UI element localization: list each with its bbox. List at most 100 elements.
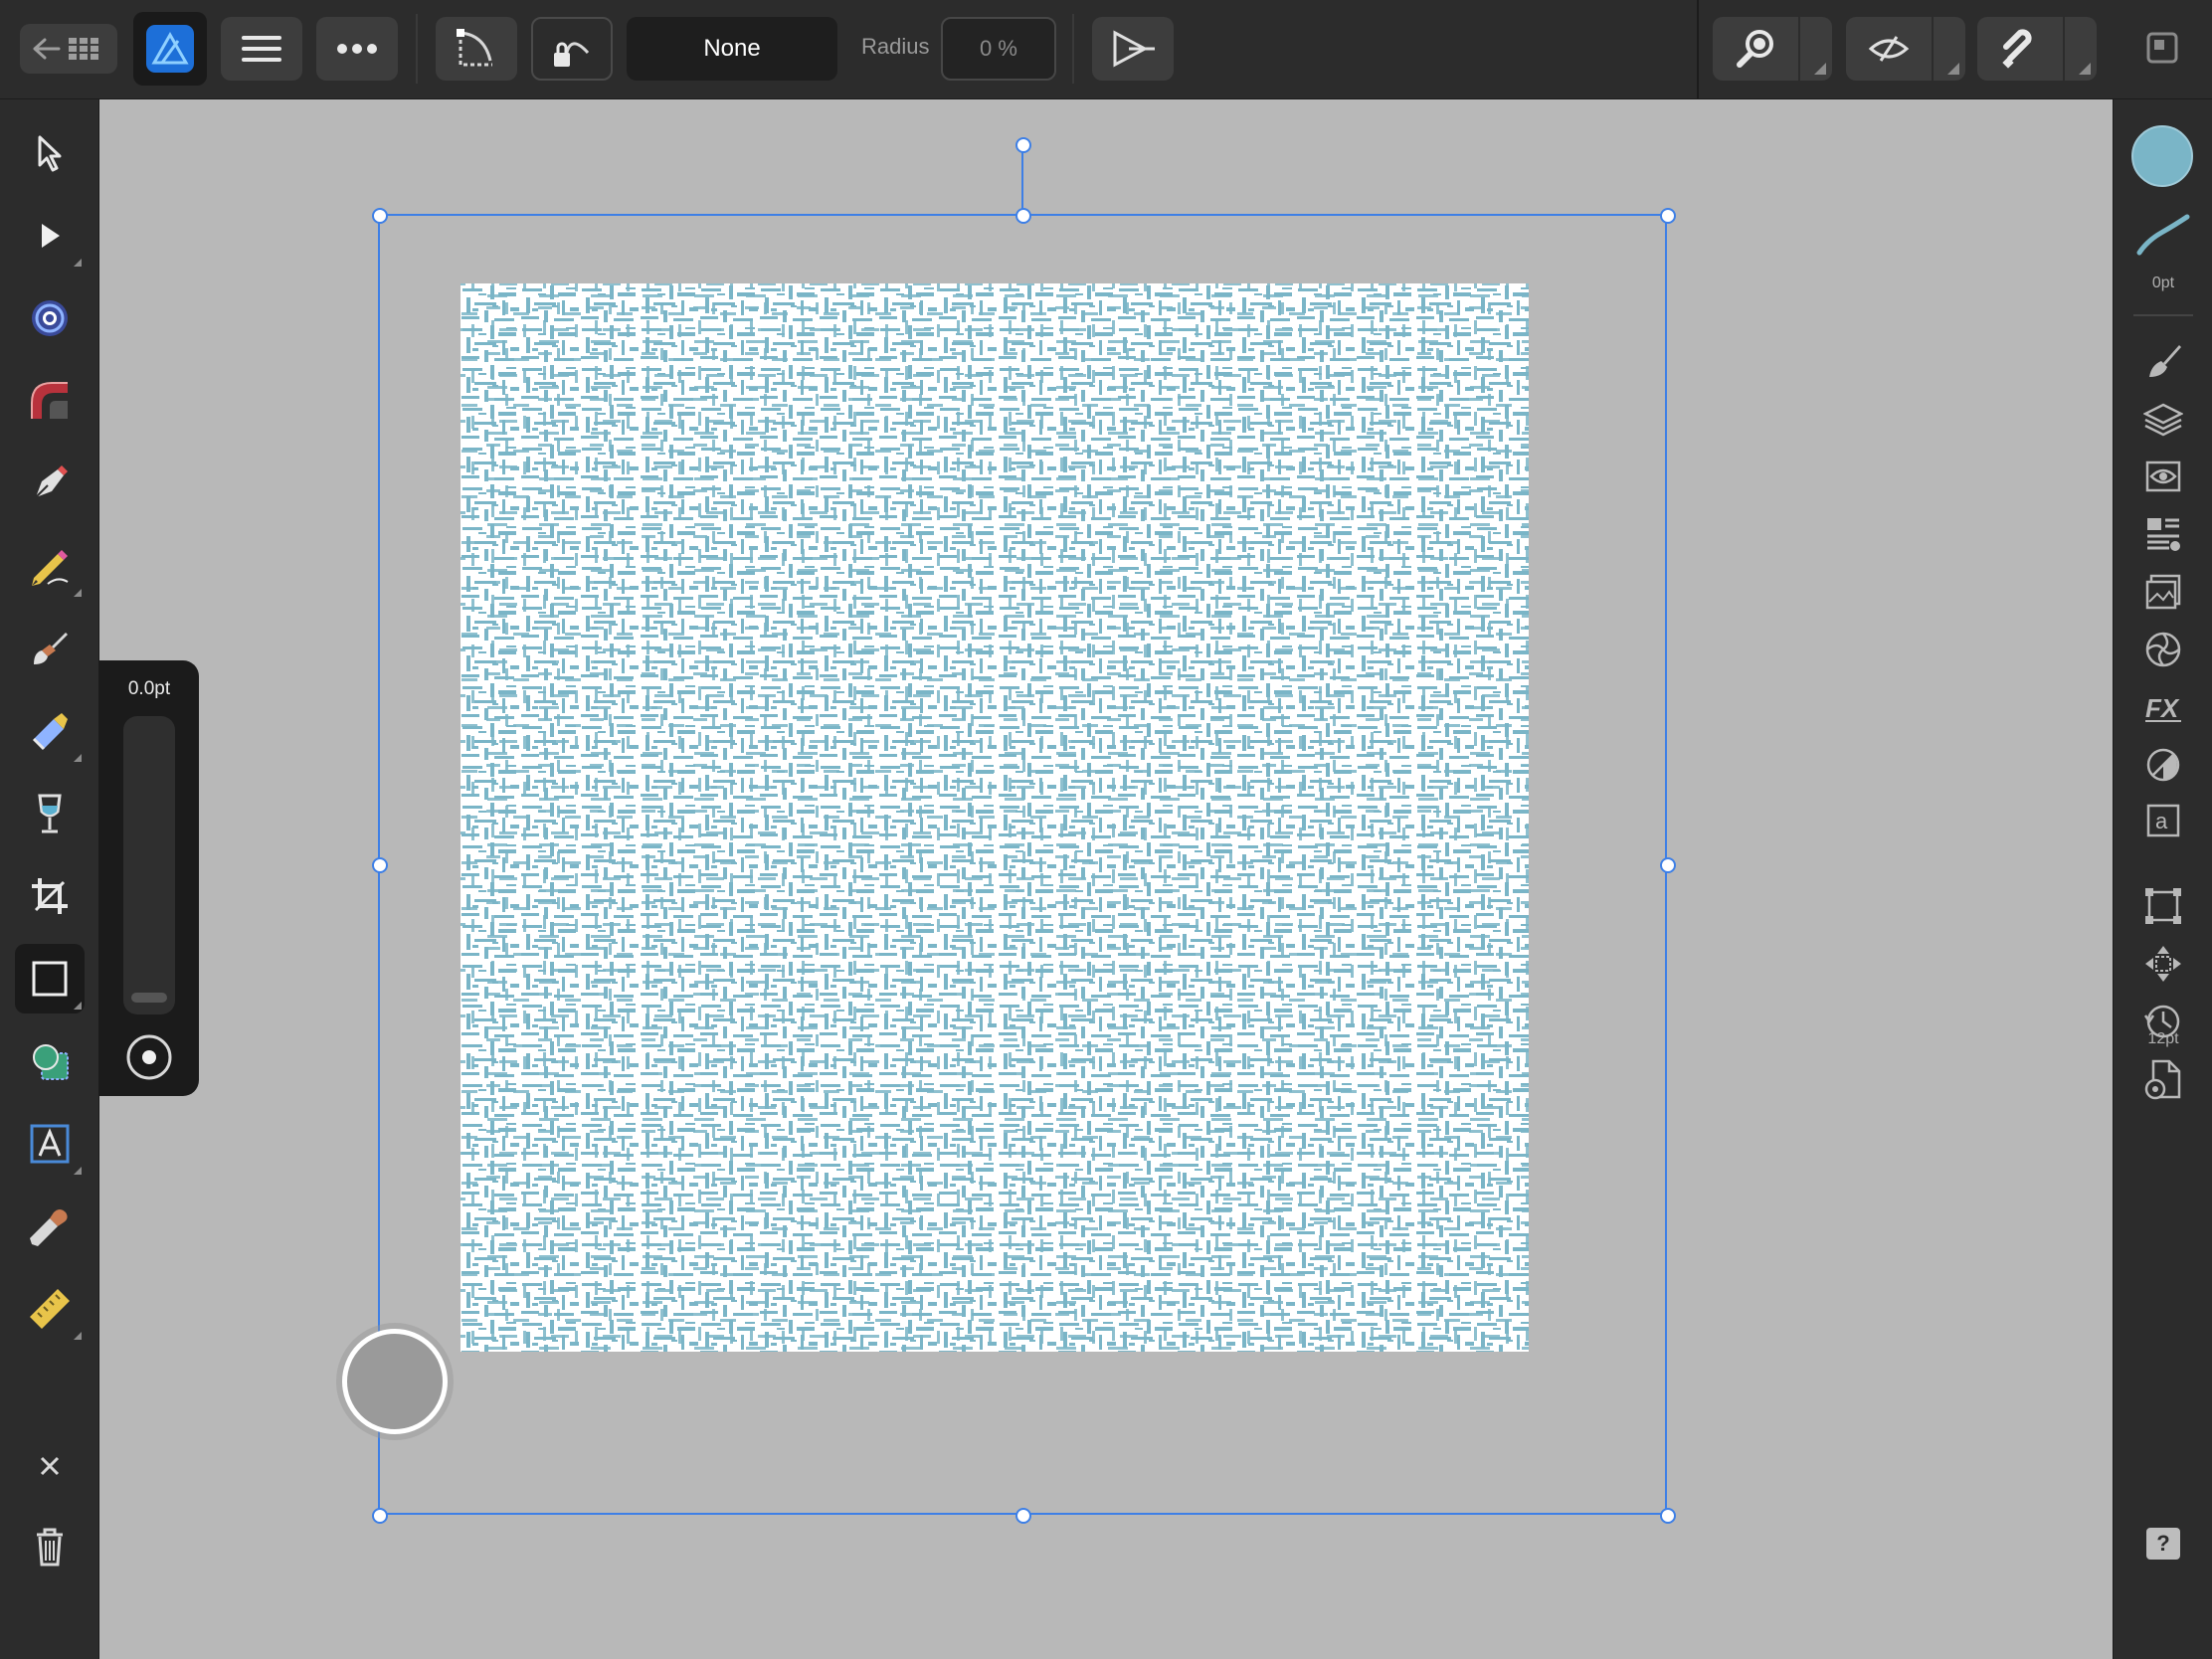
snapping-button[interactable] <box>1977 17 2097 81</box>
character-icon: a <box>2146 804 2180 837</box>
contour-tool[interactable] <box>15 283 85 353</box>
vector-brush-tool[interactable] <box>15 614 85 683</box>
corner-icon <box>31 382 68 419</box>
brushes-panel-button[interactable] <box>2138 336 2188 386</box>
resize-handle-top-left[interactable] <box>372 208 388 224</box>
navigator-icon <box>2145 946 2181 982</box>
effects-panel-button[interactable]: FX <box>2138 682 2188 732</box>
gradient-fill-icon <box>32 713 68 751</box>
node-arrow-icon <box>42 224 60 248</box>
more-button[interactable] <box>316 17 398 81</box>
fill-tool[interactable] <box>15 696 85 766</box>
more-dots-icon <box>337 44 377 54</box>
back-button[interactable] <box>20 24 117 74</box>
document-canvas[interactable] <box>99 99 2113 1659</box>
delete-button[interactable] <box>28 1522 72 1571</box>
history-icon <box>2143 1005 2180 1038</box>
snapping-magnet-icon <box>2002 29 2032 69</box>
pencil-icon <box>32 550 69 586</box>
designer-persona-button[interactable] <box>133 12 207 86</box>
text-icon <box>30 1124 70 1164</box>
layers-panel-button[interactable] <box>2138 394 2188 444</box>
resize-handle-bottom[interactable] <box>1015 1508 1031 1524</box>
help-button[interactable]: ? <box>2146 1528 2180 1560</box>
transform-panel-button[interactable] <box>2138 881 2188 931</box>
corner-type-dropdown[interactable]: None <box>627 17 837 81</box>
contour-icon <box>32 300 68 336</box>
zoom-icon <box>1737 30 1773 68</box>
pencil-tool[interactable] <box>15 531 85 601</box>
rectangle-icon <box>32 961 68 997</box>
layers-icon <box>2143 403 2183 437</box>
rotation-handle[interactable] <box>1015 137 1031 153</box>
move-tool[interactable] <box>15 118 85 188</box>
transparency-panel-button[interactable] <box>2138 740 2188 790</box>
crop-tool[interactable] <box>15 861 85 931</box>
rectangle-tool[interactable] <box>15 944 85 1014</box>
stroke-icon <box>2147 518 2180 551</box>
eyedropper-icon <box>30 1209 68 1246</box>
appearance-icon <box>2145 461 2181 492</box>
command-controller[interactable] <box>342 1329 448 1434</box>
color-picker-tool[interactable] <box>15 1192 85 1261</box>
toolbar-divider <box>416 14 418 84</box>
crop-icon <box>32 878 68 914</box>
text-tool[interactable] <box>15 1109 85 1179</box>
export-persona-button[interactable] <box>1092 17 1174 81</box>
swatches-icon <box>2145 632 2181 667</box>
trash-icon <box>37 1528 63 1567</box>
close-button[interactable] <box>30 1446 70 1486</box>
back-grid-icon <box>33 38 98 60</box>
resize-handle-bottom-right[interactable] <box>1660 1508 1676 1524</box>
window-icon <box>2146 32 2178 64</box>
export-persona-icon <box>1113 30 1155 68</box>
stroke-color-swatch[interactable] <box>2135 211 2191 261</box>
navigator-panel-button[interactable] <box>2138 939 2188 989</box>
toolbar-divider <box>1072 14 1074 84</box>
swatches-panel-button[interactable] <box>2138 625 2188 674</box>
pen-tool[interactable] <box>15 449 85 518</box>
right-toolbar-section <box>1697 0 1699 98</box>
resize-handle-right[interactable] <box>1660 857 1676 873</box>
rotation-handle-stem <box>1021 143 1023 214</box>
studio-panel: 0pt FX a 12pt ? <box>2113 99 2212 1659</box>
shape-tool[interactable] <box>15 1026 85 1096</box>
selection-bounding-box[interactable] <box>378 214 1667 1515</box>
svg-text:FX: FX <box>2145 693 2180 723</box>
zoom-button[interactable] <box>1713 17 1832 81</box>
stroke-panel-button[interactable] <box>2138 509 2188 559</box>
appearance-panel-button[interactable] <box>2138 452 2188 501</box>
menu-button[interactable] <box>221 17 302 81</box>
hamburger-menu-icon <box>242 36 281 62</box>
stroke-width-label: 0pt <box>2151 275 2175 291</box>
tools-panel <box>0 99 99 1659</box>
resize-handle-bottom-left[interactable] <box>372 1508 388 1524</box>
history-panel-button[interactable] <box>2138 997 2188 1046</box>
corner-tool[interactable] <box>15 366 85 436</box>
node-tool[interactable] <box>15 201 85 271</box>
pen-nib-icon <box>35 465 68 498</box>
window-button[interactable] <box>2144 30 2184 70</box>
view-mode-button[interactable] <box>1846 17 1965 81</box>
transform-icon <box>2145 888 2181 924</box>
lock-aspect-button[interactable] <box>531 17 613 81</box>
shapes-icon <box>33 1044 69 1080</box>
radius-input[interactable]: 0 % <box>941 17 1056 81</box>
assets-icon <box>2145 574 2181 610</box>
resize-handle-top-right[interactable] <box>1660 208 1676 224</box>
measure-tool[interactable] <box>15 1274 85 1344</box>
fill-color-swatch[interactable] <box>2131 125 2193 187</box>
convert-to-curves-button[interactable] <box>436 17 517 81</box>
convert-curves-icon <box>457 29 492 67</box>
character-panel-button[interactable]: a <box>2138 796 2188 845</box>
assets-panel-button[interactable] <box>2138 567 2188 617</box>
radius-label: Radius <box>861 34 930 59</box>
glass-icon <box>38 794 62 833</box>
stroke-curve-icon <box>2136 214 2190 256</box>
move-arrow-icon <box>38 135 62 172</box>
fx-icon: FX <box>2145 693 2181 723</box>
resize-handle-left[interactable] <box>372 857 388 873</box>
resize-handle-top[interactable] <box>1015 208 1031 224</box>
document-settings-button[interactable] <box>2138 1054 2188 1104</box>
transparency-tool[interactable] <box>15 779 85 848</box>
